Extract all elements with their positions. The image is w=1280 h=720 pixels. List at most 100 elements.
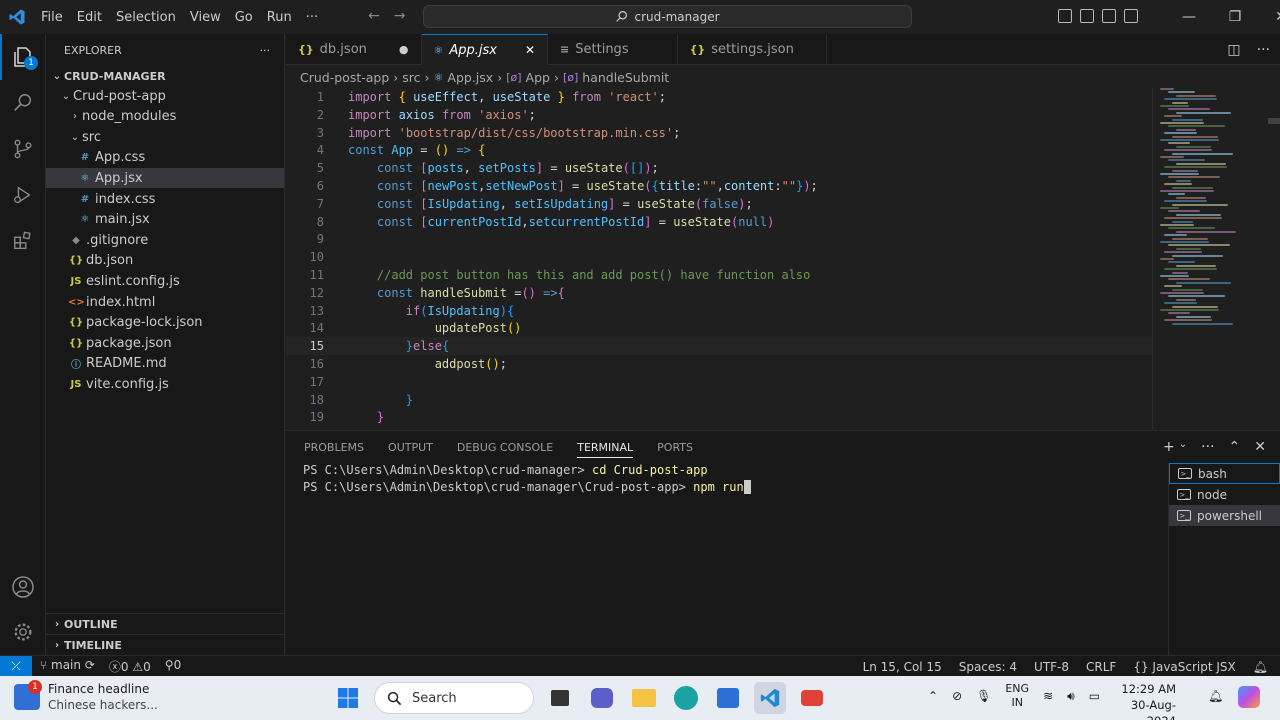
notification-bell-icon[interactable]: 🔔︎ xyxy=(1208,689,1223,703)
panel-tab-problems[interactable]: PROBLEMS xyxy=(304,441,364,454)
wifi-icon[interactable]: ≋ xyxy=(1043,689,1053,703)
panel-tab-ports[interactable]: PORTS xyxy=(657,441,693,454)
panel-tab-terminal[interactable]: TERMINAL xyxy=(577,441,634,458)
maximize-panel-icon[interactable]: ⌃ xyxy=(1229,439,1241,455)
terminal-item-powershell[interactable]: >_ powershell xyxy=(1169,505,1280,526)
code-line[interactable]: 8 const [currentPostId,setcurrentPostId]… xyxy=(286,213,1152,231)
tree-file[interactable]: {} db.json xyxy=(46,251,284,271)
ports-indicator[interactable]: ⚲0 xyxy=(165,658,181,675)
menu-view[interactable]: View xyxy=(183,10,228,25)
show-hidden-icons-icon[interactable]: ⌃ xyxy=(928,689,938,703)
remote-indicator-icon[interactable]: ⤫ xyxy=(0,655,32,677)
restore-icon[interactable]: ❐ xyxy=(1212,0,1258,34)
close-tab-icon[interactable]: ✕ xyxy=(525,43,535,57)
store-icon[interactable] xyxy=(712,682,744,714)
breadcrumb-symbol[interactable]: App xyxy=(526,70,550,85)
tab-app-jsx[interactable]: ⚛ App.jsx ✕ xyxy=(421,34,549,65)
tree-folder[interactable]: › node_modules xyxy=(46,107,284,127)
encoding[interactable]: UTF-8 xyxy=(1034,660,1069,674)
minimap[interactable] xyxy=(1156,88,1280,430)
camera-app-icon[interactable] xyxy=(796,682,828,714)
code-editor[interactable]: 1 import { useEffect, useState } from 're… xyxy=(286,88,1280,430)
chevron-down-icon[interactable]: ⌄ xyxy=(1179,439,1187,455)
file-explorer-icon[interactable] xyxy=(628,682,660,714)
code-line[interactable]: 12 const handleSubmit =() =>{ xyxy=(286,284,1152,302)
indentation[interactable]: Spaces: 4 xyxy=(959,660,1017,674)
toggle-primary-sidebar-icon[interactable] xyxy=(1058,9,1072,23)
code-line[interactable]: 10 xyxy=(286,248,1152,266)
chat-icon[interactable] xyxy=(586,682,618,714)
new-terminal-plus-icon[interactable]: + xyxy=(1163,439,1175,455)
code-line[interactable]: 7 const [IsUpdating, setIsUpdating] = us… xyxy=(286,195,1152,213)
microphone-icon[interactable]: 🎙︎ xyxy=(976,689,991,703)
clock[interactable]: 12:29 AM 30-Aug-2024 xyxy=(1106,681,1176,720)
forward-arrow-icon[interactable]: → xyxy=(394,8,406,24)
breadcrumb-symbol[interactable]: handleSubmit xyxy=(582,70,669,85)
cursor-position[interactable]: Ln 15, Col 15 xyxy=(863,660,942,674)
code-line[interactable]: 16 addpost(); xyxy=(286,355,1152,373)
windows-start-icon[interactable] xyxy=(332,682,364,714)
tree-folder[interactable]: ⌄ src xyxy=(46,127,284,147)
vscode-taskbar-icon[interactable] xyxy=(754,682,786,714)
tree-file[interactable]: ⚛ main.jsx xyxy=(46,210,284,230)
modified-dot-icon[interactable]: ● xyxy=(399,43,409,56)
tree-file[interactable]: {} package-lock.json xyxy=(46,313,284,333)
tree-file[interactable]: JS eslint.config.js xyxy=(46,271,284,291)
tree-file[interactable]: # index.css xyxy=(46,189,284,209)
language-indicator[interactable]: ENG IN xyxy=(1005,682,1029,710)
workspace-root[interactable]: ⌄ CRUD-MANAGER xyxy=(46,66,284,86)
tab-settings-json[interactable]: {} settings.json xyxy=(678,34,827,65)
run-debug-icon[interactable] xyxy=(0,172,46,218)
panel-more-icon[interactable]: ··· xyxy=(1201,439,1214,455)
panel-tab-debug-console[interactable]: DEBUG CONSOLE xyxy=(457,441,553,454)
news-widget[interactable]: 1 Finance headline Chinese hackers... xyxy=(14,680,158,713)
code-line[interactable]: 5 const [posts, setPosts] = useState([])… xyxy=(286,159,1152,177)
breadcrumb-file[interactable]: App.jsx xyxy=(447,70,493,85)
breadcrumb-folder[interactable]: src xyxy=(402,70,420,85)
code-line[interactable]: 2 import axios from 'axios'; xyxy=(286,106,1152,124)
code-line[interactable]: 13 if(IsUpdating){ xyxy=(286,302,1152,320)
tree-folder[interactable]: ⌄ Crud-post-app xyxy=(46,86,284,106)
outline-section[interactable]: › OUTLINE xyxy=(46,613,284,634)
accounts-icon[interactable] xyxy=(0,564,46,610)
terminal-item-bash[interactable]: >_ bash xyxy=(1169,463,1280,484)
code-line[interactable]: 3 import 'bootstrap/dist/css/bootstrap.mi… xyxy=(286,124,1152,142)
taskbar-search[interactable]: Search xyxy=(374,682,534,714)
code-line[interactable]: 6 const [newPost,setNewPost] = useState(… xyxy=(286,177,1152,195)
code-line[interactable]: 15 }else{ xyxy=(286,337,1152,356)
settings-gear-icon[interactable] xyxy=(0,609,46,655)
code-line[interactable]: 18 } xyxy=(286,391,1152,409)
code-line[interactable]: 17 xyxy=(286,373,1152,391)
battery-icon[interactable]: ▭ xyxy=(1089,689,1100,703)
code-line[interactable]: 19 } xyxy=(286,408,1152,426)
minimize-icon[interactable]: — xyxy=(1166,0,1212,34)
back-arrow-icon[interactable]: ← xyxy=(368,8,380,24)
language-mode[interactable]: {} JavaScript JSX xyxy=(1133,660,1235,674)
menu-go[interactable]: Go xyxy=(228,10,260,25)
menu-edit[interactable]: Edit xyxy=(70,10,109,25)
code-line[interactable]: 1 import { useEffect, useState } from 're… xyxy=(286,88,1152,106)
task-view-icon[interactable] xyxy=(544,682,576,714)
close-icon[interactable]: ✕ xyxy=(1258,0,1280,34)
breadcrumb-folder[interactable]: Crud-post-app xyxy=(300,70,389,85)
toggle-panel-icon[interactable] xyxy=(1080,9,1094,23)
menu-more[interactable]: ··· xyxy=(299,10,325,25)
tab-db-json[interactable]: {} db.json ● xyxy=(286,34,422,65)
terminal-item-node[interactable]: >_ node xyxy=(1169,484,1280,505)
menu-run[interactable]: Run xyxy=(260,10,299,25)
explorer-icon[interactable]: 1 xyxy=(0,34,46,80)
command-center-search[interactable]: crud-manager xyxy=(423,5,912,28)
tree-file[interactable]: ⓘ README.md xyxy=(46,354,284,374)
menu-file[interactable]: File xyxy=(34,10,70,25)
code-line[interactable]: 9 xyxy=(286,230,1152,248)
terminal-output[interactable]: PS C:\Users\Admin\Desktop\crud-manager> … xyxy=(303,463,751,496)
code-line[interactable]: 4 const App = () => { xyxy=(286,141,1152,159)
network-off-icon[interactable]: ⊘ xyxy=(952,689,962,703)
volume-icon[interactable]: 🔊︎ xyxy=(1067,689,1075,704)
tree-file[interactable]: # App.css xyxy=(46,148,284,168)
problems-indicator[interactable]: ⓧ0 ⚠0 xyxy=(109,658,151,675)
close-panel-icon[interactable]: ✕ xyxy=(1254,439,1266,455)
search-icon[interactable] xyxy=(0,80,46,126)
notifications-bell-icon[interactable]: 🔔︎ xyxy=(1253,660,1268,674)
edge-browser-icon[interactable] xyxy=(670,682,702,714)
